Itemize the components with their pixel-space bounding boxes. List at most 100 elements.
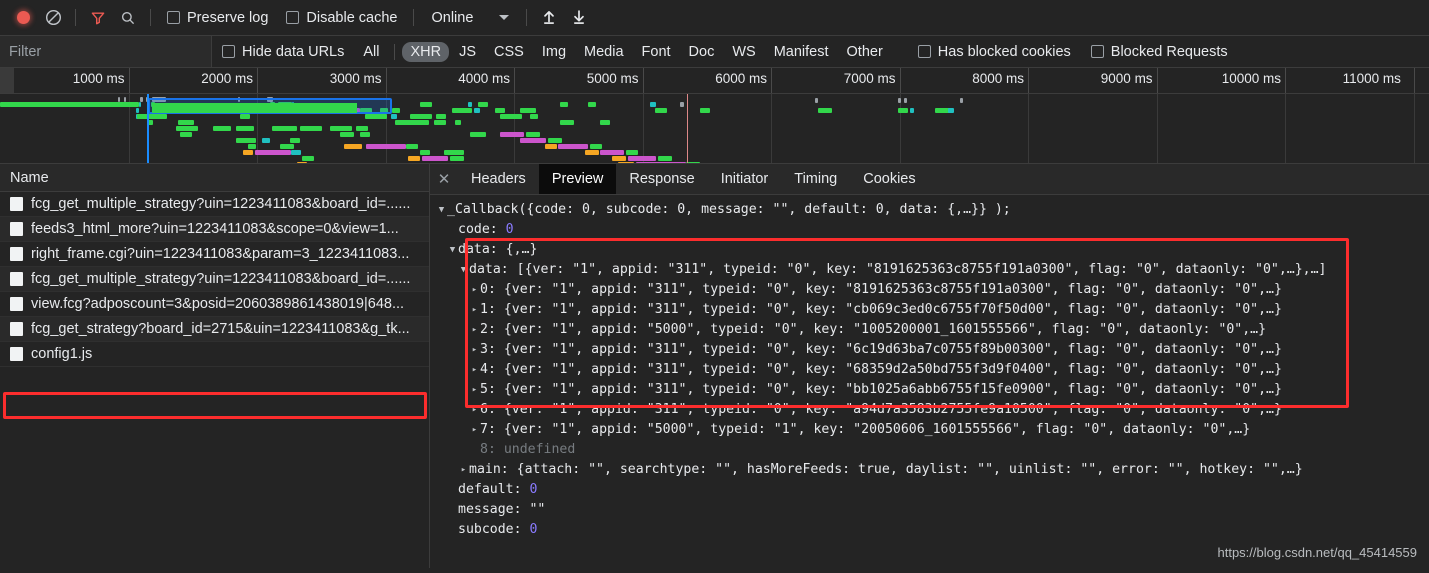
filter-type-js[interactable]: JS bbox=[451, 42, 484, 62]
waterfall-bar bbox=[236, 126, 254, 131]
clear-no-entry-icon[interactable] bbox=[38, 4, 68, 32]
json-array-row-2[interactable]: ▸ 2: {ver: "1", appid: "5000", typeid: "0… bbox=[436, 320, 1429, 340]
json-row-main[interactable]: ▸ main: {attach: "", searchtype: "", hasM… bbox=[436, 460, 1429, 480]
chevron-right-icon[interactable]: ▸ bbox=[469, 340, 480, 360]
tab-initiator[interactable]: Initiator bbox=[708, 164, 782, 194]
disable-cache-checkbox[interactable]: Disable cache bbox=[277, 10, 406, 26]
export-arrow-down-icon[interactable] bbox=[564, 4, 594, 32]
json-array-row-6[interactable]: ▸ 6: {ver: "1", appid: "311", typeid: "0"… bbox=[436, 400, 1429, 420]
filter-type-all[interactable]: All bbox=[355, 42, 387, 62]
checkbox-box[interactable] bbox=[1090, 45, 1104, 58]
ruler-tick-label: 7000 ms bbox=[843, 71, 896, 86]
chevron-right-icon[interactable]: ▸ bbox=[469, 280, 480, 300]
tab-headers[interactable]: Headers bbox=[458, 164, 539, 194]
funnel-filter-icon[interactable] bbox=[83, 4, 113, 32]
blocked-requests-checkbox[interactable]: Blocked Requests bbox=[1081, 44, 1238, 60]
request-row[interactable]: right_frame.cgi?uin=1223411083&param=3_1… bbox=[0, 242, 429, 267]
tab-response[interactable]: Response bbox=[616, 164, 707, 194]
json-array-row-7[interactable]: ▸ 7: {ver: "1", appid: "5000", typeid: "1… bbox=[436, 420, 1429, 440]
request-row[interactable]: feeds3_html_more?uin=1223411083&scope=0&… bbox=[0, 217, 429, 242]
record-dot-icon[interactable] bbox=[8, 4, 38, 32]
throttling-select[interactable]: Online bbox=[421, 10, 519, 26]
json-row-data[interactable]: ▼ data: {,…} bbox=[436, 240, 1429, 260]
waterfall-bar bbox=[560, 120, 574, 125]
waterfall-gridline bbox=[771, 94, 773, 163]
overview-selected-request-box[interactable] bbox=[148, 98, 392, 114]
filter-type-other[interactable]: Other bbox=[839, 42, 891, 62]
request-rows: fcg_get_multiple_strategy?uin=1223411083… bbox=[0, 192, 429, 367]
json-array-row-4[interactable]: ▸ 4: {ver: "1", appid: "311", typeid: "0"… bbox=[436, 360, 1429, 380]
chevron-down-icon[interactable]: ▼ bbox=[458, 260, 469, 280]
preserve-log-checkbox[interactable]: Preserve log bbox=[158, 10, 277, 26]
chevron-down-icon[interactable] bbox=[499, 15, 510, 20]
search-magnifier-icon[interactable] bbox=[113, 4, 143, 32]
waterfall-bar bbox=[436, 114, 446, 119]
request-row[interactable]: fcg_get_multiple_strategy?uin=1223411083… bbox=[0, 267, 429, 292]
waterfall-bar bbox=[470, 132, 486, 137]
has-blocked-cookies-checkbox[interactable]: Has blocked cookies bbox=[908, 44, 1081, 60]
waterfall-bar bbox=[904, 98, 907, 103]
json-row-inner-data[interactable]: ▼ data: [{ver: "1", appid: "311", typeid:… bbox=[436, 260, 1429, 280]
json-array-value-3: {ver: "1", appid: "311", typeid: "0", ke… bbox=[503, 342, 1282, 357]
document-icon bbox=[10, 297, 23, 311]
chevron-right-icon[interactable]: ▸ bbox=[469, 320, 480, 340]
filter-type-xhr[interactable]: XHR bbox=[402, 41, 450, 62]
tab-preview[interactable]: Preview bbox=[538, 164, 617, 194]
waterfall-bar bbox=[236, 138, 256, 143]
filter-type-manifest[interactable]: Manifest bbox=[766, 42, 837, 62]
waterfall-bar bbox=[500, 114, 522, 119]
checkbox-box[interactable] bbox=[286, 11, 300, 24]
hide-data-urls-checkbox[interactable]: Hide data URLs bbox=[212, 44, 354, 60]
filter-type-font[interactable]: Font bbox=[634, 42, 679, 62]
json-root-row[interactable]: ▼ _Callback({code: 0, subcode: 0, message… bbox=[436, 200, 1429, 220]
tree-spacer: ▸ bbox=[447, 220, 458, 240]
json-array-row-1[interactable]: ▸ 1: {ver: "1", appid: "311", typeid: "0"… bbox=[436, 300, 1429, 320]
waterfall-bar bbox=[655, 108, 667, 113]
checkbox-box[interactable] bbox=[917, 45, 931, 58]
tab-timing[interactable]: Timing bbox=[781, 164, 850, 194]
ruler-tick-label: 2000 ms bbox=[201, 71, 253, 86]
json-key-data: data: bbox=[458, 242, 498, 257]
request-row[interactable]: fcg_get_multiple_strategy?uin=1223411083… bbox=[0, 192, 429, 217]
request-row[interactable]: fcg_get_strategy?board_id=2715&uin=12234… bbox=[0, 317, 429, 342]
chevron-right-icon[interactable]: ▸ bbox=[469, 400, 480, 420]
chevron-down-icon[interactable]: ▼ bbox=[447, 240, 458, 260]
waterfall-bar bbox=[495, 108, 505, 113]
request-name: fcg_get_multiple_strategy?uin=1223411083… bbox=[31, 196, 411, 212]
filter-type-ws[interactable]: WS bbox=[724, 42, 763, 62]
network-overview[interactable]: 1000 ms 2000 ms 3000 ms 4000 ms 5000 ms 6000 … bbox=[0, 68, 1429, 164]
filter-input[interactable] bbox=[0, 36, 212, 67]
filter-type-media[interactable]: Media bbox=[576, 42, 632, 62]
ruler-tick-label: 8000 ms bbox=[972, 71, 1025, 86]
chevron-right-icon[interactable]: ▸ bbox=[458, 460, 469, 480]
waterfall-bar bbox=[450, 156, 464, 161]
chevron-right-icon[interactable]: ▸ bbox=[469, 360, 480, 380]
tab-cookies[interactable]: Cookies bbox=[850, 164, 928, 194]
checkbox-box[interactable] bbox=[167, 11, 180, 24]
request-row[interactable]: config1.js bbox=[0, 342, 429, 367]
json-array-row-5[interactable]: ▸ 5: {ver: "1", appid: "311", typeid: "0"… bbox=[436, 380, 1429, 400]
chevron-right-icon[interactable]: ▸ bbox=[469, 380, 480, 400]
chevron-right-icon[interactable]: ▸ bbox=[469, 300, 480, 320]
request-name: config1.js bbox=[31, 346, 93, 362]
filter-type-doc[interactable]: Doc bbox=[681, 42, 723, 62]
chevron-right-icon[interactable]: ▸ bbox=[469, 420, 480, 440]
json-array-row-3[interactable]: ▸ 3: {ver: "1", appid: "311", typeid: "0"… bbox=[436, 340, 1429, 360]
json-array-row-0[interactable]: ▸ 0: {ver: "1", appid: "311", typeid: "0"… bbox=[436, 280, 1429, 300]
waterfall-bar bbox=[136, 108, 139, 113]
column-header-name[interactable]: Name bbox=[0, 164, 429, 192]
chevron-down-icon[interactable]: ▼ bbox=[436, 200, 447, 220]
json-value-inner-data: [{ver: "1", appid: "311", typeid: "0", k… bbox=[516, 262, 1327, 277]
import-arrow-up-icon[interactable] bbox=[534, 4, 564, 32]
annotation-highlight-selected-request bbox=[3, 392, 427, 419]
overview-waterfall[interactable] bbox=[0, 94, 1429, 163]
toolbar-divider bbox=[526, 9, 528, 26]
json-value-data: {,…} bbox=[505, 242, 538, 257]
waterfall-bar bbox=[526, 132, 540, 137]
request-row[interactable]: view.fcg?adposcount=3&posid=206038986143… bbox=[0, 292, 429, 317]
close-x-icon[interactable]: ✕ bbox=[430, 164, 458, 194]
filter-type-img[interactable]: Img bbox=[534, 42, 574, 62]
checkbox-box[interactable] bbox=[222, 45, 235, 58]
filter-type-css[interactable]: CSS bbox=[486, 42, 532, 62]
waterfall-bar bbox=[137, 114, 167, 119]
